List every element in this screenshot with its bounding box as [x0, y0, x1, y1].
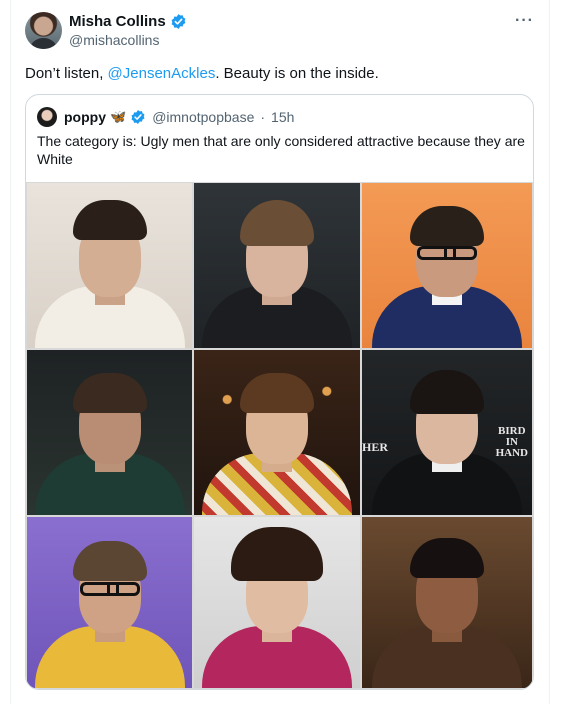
- tweet-text: Don’t listen, @JensenAckles. Beauty is o…: [25, 64, 379, 84]
- quote-timestamp[interactable]: 15h: [271, 109, 294, 125]
- quote-text: The category is: Ugly men that are only …: [37, 133, 525, 167]
- verified-badge-icon: [171, 14, 186, 29]
- tweet-text-start: Don’t listen,: [25, 65, 108, 82]
- quote-avatar[interactable]: [37, 107, 57, 127]
- backdrop-sign-right: BIRD IN HAND: [495, 425, 528, 459]
- author-name[interactable]: Misha Collins: [69, 13, 166, 30]
- more-options-button[interactable]: ···: [515, 12, 534, 30]
- butterfly-emoji-icon: 🦋: [110, 109, 127, 124]
- quote-author-handle[interactable]: @imnotpopbase: [152, 109, 254, 125]
- collage-photo-4[interactable]: [26, 349, 193, 516]
- quoted-tweet[interactable]: poppy 🦋 @imnotpopbase · 15h The category…: [25, 94, 534, 690]
- author-avatar[interactable]: [25, 12, 62, 49]
- backdrop-sign-left: HER: [362, 440, 389, 454]
- verified-badge-icon: [131, 110, 145, 124]
- glasses-icon: [417, 245, 477, 260]
- collage-photo-5[interactable]: [193, 349, 361, 516]
- collage-photo-8[interactable]: [193, 516, 361, 689]
- glasses-icon: [79, 581, 140, 596]
- author-handle[interactable]: @mishacollins: [69, 32, 187, 48]
- author-block: Misha Collins @mishacollins: [69, 13, 187, 48]
- collage-photo-1[interactable]: [26, 182, 193, 349]
- collage-photo-7[interactable]: [26, 516, 193, 689]
- photo-collage[interactable]: HER BIRD IN HAND: [26, 182, 533, 689]
- collage-photo-3[interactable]: [361, 182, 533, 349]
- tweet-text-end: . Beauty is on the inside.: [215, 65, 379, 82]
- collage-photo-2[interactable]: [193, 182, 361, 349]
- mention-link[interactable]: @JensenAckles: [108, 65, 216, 82]
- collage-photo-6[interactable]: HER BIRD IN HAND: [361, 349, 533, 516]
- quote-author-name[interactable]: poppy: [64, 109, 106, 125]
- avatar-shoulders: [29, 38, 58, 49]
- collage-photo-9[interactable]: [361, 516, 533, 689]
- quote-header: poppy 🦋 @imnotpopbase · 15h: [37, 107, 294, 127]
- quote-separator: ·: [260, 109, 266, 125]
